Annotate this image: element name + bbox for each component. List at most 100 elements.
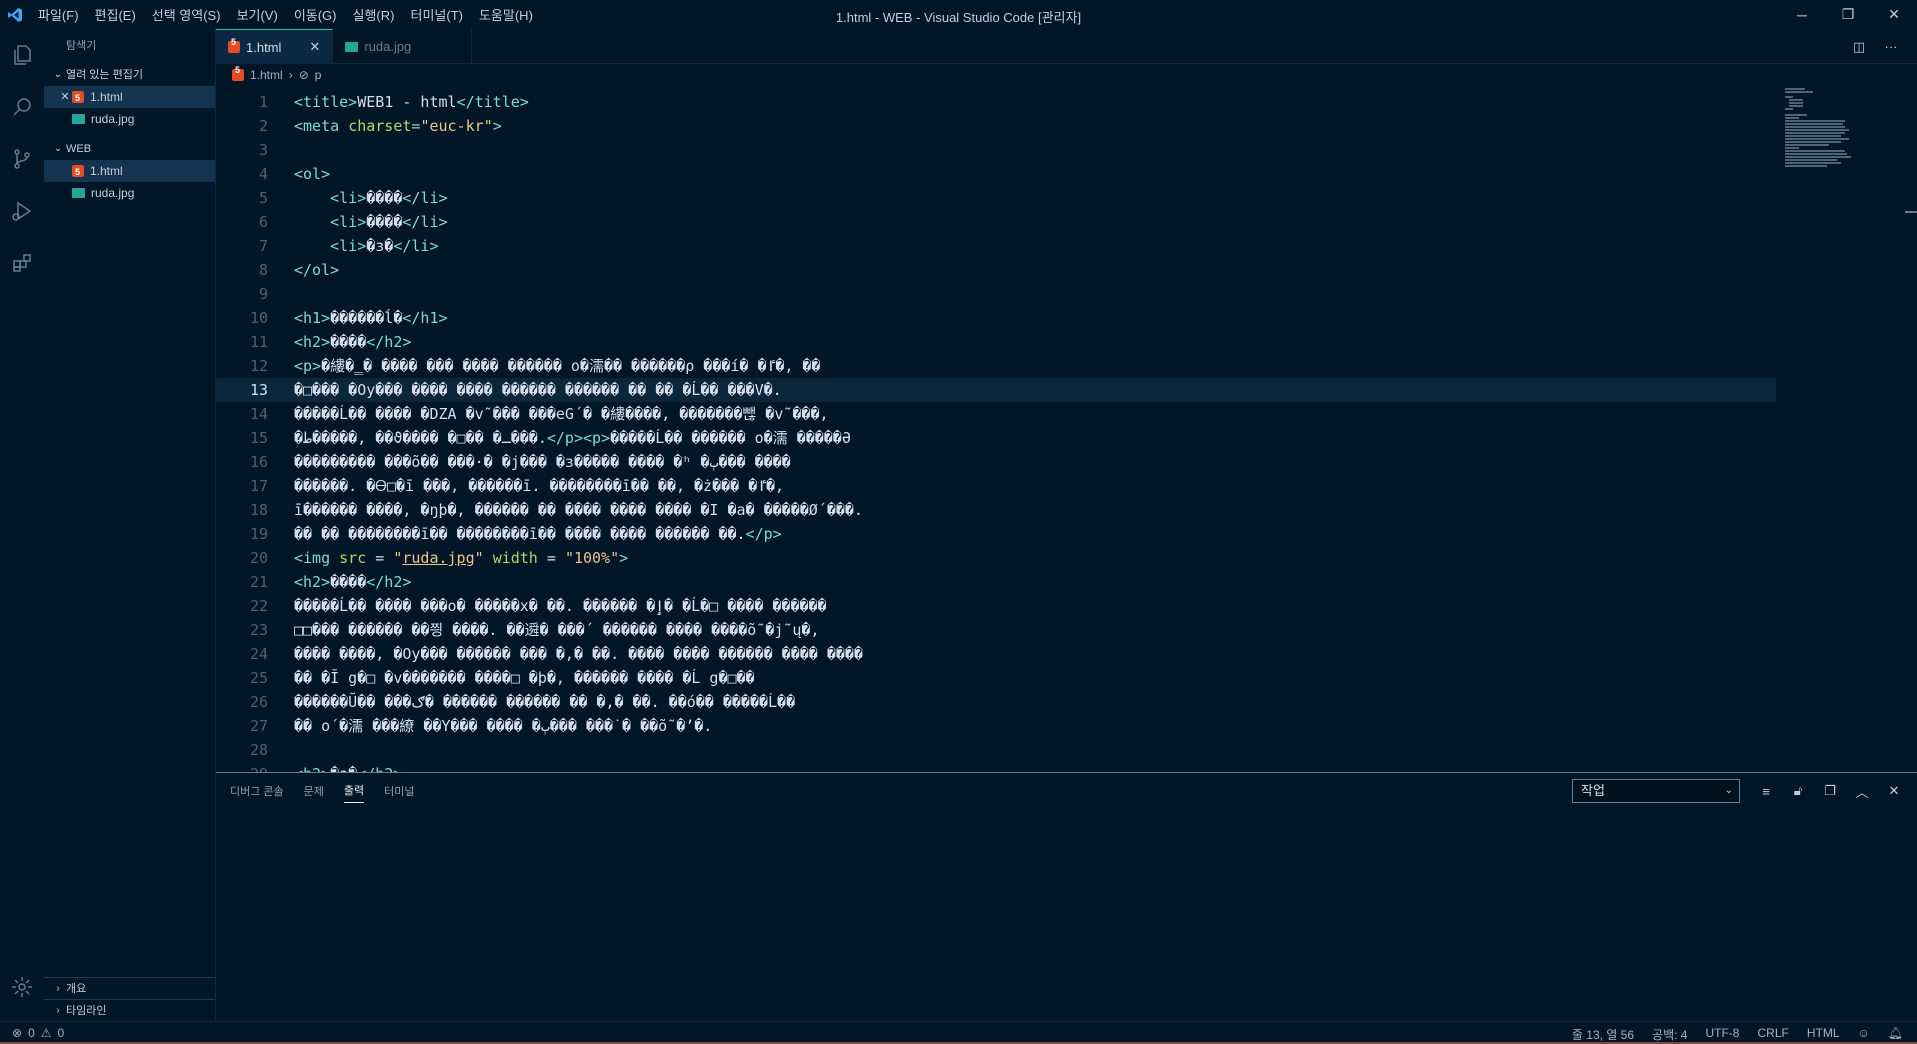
code-line[interactable]: 2 <meta charset="euc-kr"> (216, 114, 1776, 138)
open-editor-item[interactable]: ruda.jpg (44, 108, 215, 130)
close-window-button[interactable]: ✕ (1871, 0, 1917, 29)
close-icon[interactable]: ✕ (58, 86, 72, 108)
code-line[interactable]: 29 <h2>�з�</h2> (216, 762, 1776, 772)
code-token: </h2> (366, 333, 412, 351)
file-tree-item[interactable]: ruda.jpg (44, 182, 215, 204)
chevron-right-icon: › (56, 1004, 60, 1016)
code-token: src (339, 549, 367, 567)
code-line[interactable]: 18 ī������ ����, �ŋþ�, ������ �� ���� ���… (216, 498, 1776, 522)
extensions-icon[interactable] (0, 237, 44, 289)
outline-header[interactable]: › 개요 (44, 977, 215, 999)
code-line[interactable]: 16 ��������� ���õ�� ���·� �j��� �з����� �… (216, 450, 1776, 474)
code-line[interactable]: 13 �□��� �Oy��� ���� ���� ������ ������ �… (216, 378, 1776, 402)
code-line[interactable]: 6 <li>����</li> (216, 210, 1776, 234)
code-line[interactable]: 3 (216, 138, 1776, 162)
code-line[interactable]: 19 �� �� ��������ī�� ��������ī�� ���� ���… (216, 522, 1776, 546)
menu-view[interactable]: 보기(V) (229, 5, 286, 24)
line-number: 5 (258, 189, 268, 207)
minimap[interactable] (1777, 86, 1917, 772)
menu-terminal[interactable]: 터미널(T) (402, 5, 470, 24)
menu-go[interactable]: 이동(G) (286, 5, 345, 24)
code-line[interactable]: 7 <li>�з�</li> (216, 234, 1776, 258)
clear-output-icon[interactable]: ≡ (1750, 779, 1782, 803)
file-tree-item[interactable]: 1.html (44, 160, 215, 183)
code-line[interactable]: 20 <img src = "ruda.jpg" width = "100%"> (216, 546, 1776, 570)
tab-1-html[interactable]: 1.html ✕ (216, 29, 334, 64)
run-debug-icon[interactable] (0, 185, 44, 237)
code-line[interactable]: 4 <ol> (216, 162, 1776, 186)
code-line[interactable]: 5 <li>����</li> (216, 186, 1776, 210)
encoding[interactable]: UTF-8 (1705, 1026, 1739, 1043)
code-line[interactable]: 8 </ol> (216, 258, 1776, 282)
more-actions-icon[interactable]: ··· (1875, 39, 1907, 54)
code-line[interactable]: 28 (216, 738, 1776, 762)
notifications-bell-icon[interactable]: 🔔︎ (1888, 1026, 1903, 1043)
code-token: width (492, 549, 538, 567)
tab-terminal[interactable]: 터미널 (384, 779, 414, 803)
menu-file[interactable]: 파일(F) (30, 5, 87, 24)
code-line[interactable]: 24 ���� ����, �Oy��� ������ ��� �,� ��. �… (216, 642, 1776, 666)
close-panel-icon[interactable]: ✕ (1878, 779, 1910, 803)
code-line[interactable]: 22 �����Ĺ�� ���� ���o� �����x� ��. ������… (216, 594, 1776, 618)
folder-header[interactable]: ⌄ WEB (44, 138, 215, 160)
menu-run[interactable]: 실행(R) (345, 5, 403, 24)
code-text: ��������� ���õ�� ���·� �j��� �з����� ���… (294, 450, 791, 474)
code-line[interactable]: 27 �� ο´�濡 ���繚 ��Y��� ���� �ٻ��� ���˙� �… (216, 714, 1776, 738)
code-token: WEB1 - html (357, 93, 457, 111)
split-editor-icon[interactable]: ◫ (1843, 39, 1875, 55)
feedback-icon[interactable]: ☺ (1858, 1026, 1870, 1043)
line-number: 19 (249, 525, 268, 543)
open-editor-item[interactable]: ✕ 1.html (44, 86, 215, 109)
code-text: ī������ ����, �ŋþ�, ������ �� ���� ���� … (294, 498, 863, 522)
code-line[interactable]: 10 <h1>������ĺ�</h1> (216, 306, 1776, 330)
tab-output[interactable]: 출력 (343, 778, 365, 803)
explorer-icon[interactable] (0, 29, 44, 81)
code-line[interactable]: 9 (216, 282, 1776, 306)
breadcrumb-symbol[interactable]: p (315, 68, 322, 82)
end-of-line[interactable]: CRLF (1757, 1026, 1788, 1043)
code-token: <p> (294, 357, 322, 375)
code-line[interactable]: 26 ������Ũ�� ���ګ� ������ ������ �� �,� �… (216, 690, 1776, 714)
settings-gear-icon[interactable] (0, 961, 44, 1013)
output-channel-select[interactable]: 작업 ⌄ (1572, 779, 1740, 803)
close-icon[interactable]: ✕ (309, 39, 320, 55)
tab-debug-console[interactable]: 디버그 콘솔 (230, 779, 284, 803)
language-mode[interactable]: HTML (1807, 1026, 1840, 1043)
code-line[interactable]: 21 <h2>����</h2> (216, 570, 1776, 594)
code-line[interactable]: 14 �����Ĺ�� ���� �DZA �v˜��� ���eG´� �縷��… (216, 402, 1776, 426)
search-icon[interactable] (0, 81, 44, 133)
code-line[interactable]: 1 <title>WEB1 - html</title> (216, 90, 1776, 114)
code-token: = (366, 549, 394, 567)
line-number: 17 (249, 477, 268, 495)
problems-status[interactable]: ⊗ 0 ⚠ 0 (12, 1026, 64, 1040)
menu-help[interactable]: 도움말(H) (471, 5, 541, 24)
menu-selection[interactable]: 선택 영역(S) (144, 5, 229, 24)
line-number: 21 (249, 573, 268, 591)
window-controls: ─ ❐ ✕ (1779, 0, 1917, 29)
menu-edit[interactable]: 편집(E) (87, 5, 144, 24)
minimize-button[interactable]: ─ (1779, 0, 1825, 29)
indentation[interactable]: 공백: 4 (1652, 1026, 1687, 1043)
code-text: <li>�з�</li> (294, 234, 438, 258)
restore-button[interactable]: ❐ (1825, 0, 1871, 29)
code-editor[interactable]: 1 <title>WEB1 - html</title> 2 <meta charse… (216, 86, 1917, 772)
source-control-icon[interactable] (0, 133, 44, 185)
code-token: <li> (294, 213, 367, 231)
code-line[interactable]: 17 ������. �Ꮎ□�ī ���, ������ī. ��������ī�… (216, 474, 1776, 498)
code-line[interactable]: 25 �� �Ĭ g�□ �v������� ����□ �þ�, ������ … (216, 666, 1776, 690)
breadcrumb-file[interactable]: 1.html (250, 68, 283, 82)
cursor-position[interactable]: 줄 13, 열 56 (1572, 1026, 1634, 1043)
code-line[interactable]: 23 □□��� ������ ��찅 ����. ��䢬� ���´ �����… (216, 618, 1776, 642)
open-editors-header[interactable]: ⌄ 열려 있는 편집기 (44, 64, 215, 86)
activity-bar (0, 29, 44, 1021)
line-number: 29 (216, 762, 268, 772)
timeline-header[interactable]: › 타임라인 (44, 999, 215, 1021)
maximize-panel-icon[interactable]: ︿ (1846, 779, 1878, 803)
tab-ruda-jpg[interactable]: ruda.jpg (333, 29, 473, 64)
open-log-icon[interactable]: ❐ (1814, 779, 1846, 803)
tab-problems[interactable]: 문제 (304, 779, 324, 803)
code-line[interactable]: 11 <h2>����</h2> (216, 330, 1776, 354)
code-line[interactable]: 15 �ط�����, ��ϑ���� �□�� �ـ���.</p><p>���… (216, 426, 1776, 450)
code-line[interactable]: 12 <p>�縷�̳� ���� ��� ���� ������ ο�濡�� ��… (216, 354, 1776, 378)
lock-scroll-icon[interactable]: 🔓︎ (1782, 779, 1814, 803)
